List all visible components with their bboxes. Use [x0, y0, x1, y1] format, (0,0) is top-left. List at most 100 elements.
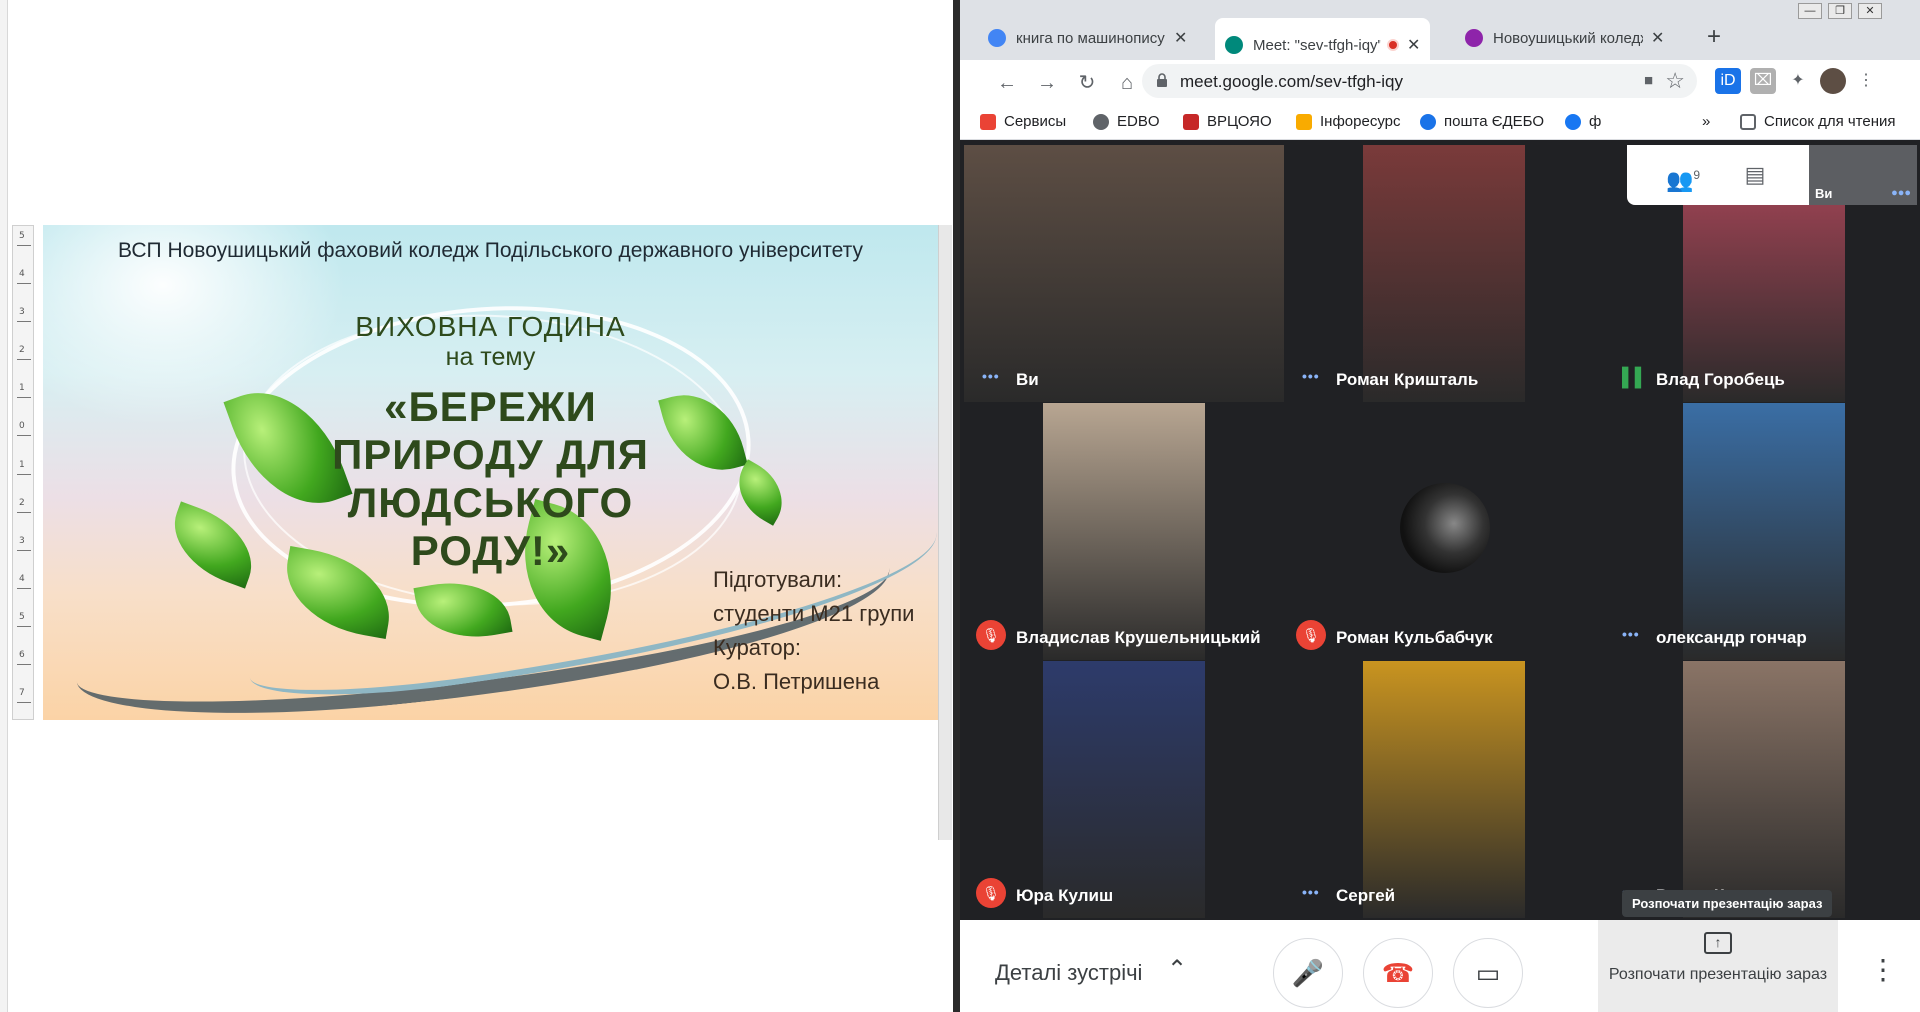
extension-id-icon[interactable]: iD: [1715, 68, 1741, 94]
left-window-edge: [0, 0, 8, 1012]
bookmark-label: Сервисы: [1004, 113, 1067, 130]
meet-top-panel: 👥9 ▤: [1627, 145, 1809, 205]
tab-label: Meet: "sev-tfgh-iqy": [1253, 36, 1381, 54]
ruler-tick: [17, 245, 31, 246]
participant-tile[interactable]: •••Роман Кошельник: [1604, 661, 1920, 918]
participant-name: Сергей: [1336, 886, 1396, 905]
tab-google-search[interactable]: книга по машинопису ✕: [978, 18, 1197, 58]
ruler-label: 2: [19, 345, 25, 355]
participant-options-icon[interactable]: •••: [1622, 626, 1640, 642]
back-icon[interactable]: ←: [992, 68, 1022, 98]
ruler-label: 3: [19, 307, 25, 317]
participant-options-icon[interactable]: •••: [1302, 368, 1320, 384]
more-bookmarks-button[interactable]: »: [1702, 113, 1710, 130]
ruler-tick: [17, 359, 31, 360]
bookmark-star-icon[interactable]: ☆: [1665, 68, 1685, 94]
ruler-label: 5: [19, 612, 25, 622]
participant-video: [1363, 661, 1525, 918]
ruler-tick: [17, 435, 31, 436]
ruler-tick: [17, 283, 31, 284]
participant-tile[interactable]: ••• Роман Кришталь: [1284, 145, 1604, 402]
bookmark-facebook[interactable]: ф: [1565, 113, 1601, 130]
participant-options-icon[interactable]: •••: [982, 368, 1000, 384]
end-call-button[interactable]: ☎: [1363, 938, 1433, 1008]
profile-avatar[interactable]: [1820, 68, 1846, 94]
tab-college[interactable]: Новоушицький коледж ✕: [1455, 18, 1674, 58]
participant-tile[interactable]: ••• Сергей: [1284, 661, 1604, 918]
recording-icon: [1387, 39, 1399, 51]
slide-title: ВИХОВНА ГОДИНА: [355, 311, 626, 342]
present-screen-icon: ↑: [1704, 932, 1732, 954]
slide-topic: «БЕРЕЖИ ПРИРОДУ ДЛЯ ЛЮДСЬКОГО РОДУ!»: [332, 383, 649, 574]
slide-institution: ВСП Новоушицький фаховий коледж Подільсь…: [118, 239, 863, 262]
extensions-puzzle-icon[interactable]: ✦: [1785, 68, 1811, 94]
window-divider: [953, 0, 960, 1012]
vertical-ruler: 5 4 3 2 1 0 1 2 3 4 5 6 7: [12, 225, 34, 720]
ruler-tick: [17, 702, 31, 703]
close-tab-icon[interactable]: ✕: [1174, 28, 1187, 48]
bookmark-inforesurs[interactable]: Інфоресурс: [1296, 113, 1401, 130]
tab-label: Новоушицький коледж: [1493, 29, 1643, 47]
ruler-tick: [17, 397, 31, 398]
mic-off-icon: 🎙: [976, 878, 1006, 908]
speaking-indicator-icon: ▌▌: [1622, 367, 1648, 387]
participant-tile[interactable]: ••• Ви: [964, 145, 1284, 402]
camera-permission-icon[interactable]: ■: [1644, 72, 1653, 89]
bookmark-label: EDBO: [1117, 113, 1160, 130]
forward-icon[interactable]: →: [1032, 68, 1062, 98]
ruler-label: 2: [19, 498, 25, 508]
address-bar[interactable]: meet.google.com/sev-tfgh-iqy ■ ☆: [1142, 64, 1697, 98]
bookmark-edbo[interactable]: EDBO: [1093, 113, 1160, 130]
chevron-up-icon[interactable]: ⌃: [1167, 955, 1187, 984]
extension-pdf-icon[interactable]: ⌧: [1750, 68, 1776, 94]
participants-icon[interactable]: 👥9: [1665, 157, 1701, 193]
participant-options-icon[interactable]: •••: [1302, 884, 1320, 900]
participant-tile[interactable]: 🎙 Юра Кулиш: [964, 661, 1284, 918]
more-options-icon[interactable]: ⋮: [1865, 950, 1901, 994]
chat-icon[interactable]: ▤: [1737, 157, 1773, 193]
maximize-button[interactable]: ❐: [1828, 3, 1852, 19]
ruler-label: 1: [19, 460, 25, 470]
participant-name: Влад Горобець: [1656, 370, 1785, 389]
participant-tile[interactable]: ••• олександр гончар: [1604, 403, 1920, 660]
bookmark-label: пошта ЄДЕБО: [1444, 113, 1544, 130]
presentation-pane: 5 4 3 2 1 0 1 2 3 4 5 6 7 ВСП Новоушицький фаховий к…: [0, 0, 960, 1012]
meet-icon: [1225, 36, 1243, 54]
bookmark-mail-edebo[interactable]: пошта ЄДЕБО: [1420, 113, 1544, 130]
ruler-tick: [17, 626, 31, 627]
minimize-button[interactable]: —: [1798, 3, 1822, 19]
close-window-button[interactable]: ✕: [1858, 3, 1882, 19]
participant-tile[interactable]: 🎙 Владислав Крушельницький: [964, 403, 1284, 660]
participant-name: олександр гончар: [1656, 628, 1807, 647]
ruler-tick: [17, 474, 31, 475]
reload-icon[interactable]: ↻: [1072, 68, 1102, 98]
bookmark-label: ВРЦОЯО: [1207, 113, 1272, 130]
ruler-label: 1: [19, 383, 25, 393]
participant-name: Юра Кулиш: [1016, 886, 1114, 905]
home-icon[interactable]: ⌂: [1112, 68, 1142, 98]
close-tab-icon[interactable]: ✕: [1651, 28, 1664, 48]
bookmark-label: Інфоресурс: [1320, 113, 1401, 130]
meeting-details-button[interactable]: Деталі зустрічі: [995, 960, 1142, 986]
participant-tile[interactable]: 🎙 Роман Кульбабчук: [1284, 403, 1604, 660]
new-tab-button[interactable]: +: [1698, 22, 1730, 54]
microphone-button[interactable]: 🎤: [1273, 938, 1343, 1008]
present-now-button[interactable]: ↑ Розпочати презентацію зараз: [1598, 920, 1838, 1012]
self-view-thumbnail[interactable]: Ви ●●●: [1809, 145, 1917, 205]
facebook-icon: [1565, 113, 1581, 130]
bookmark-vrtsoyao[interactable]: ВРЦОЯО: [1183, 113, 1272, 130]
reading-list-button[interactable]: Список для чтения: [1740, 113, 1896, 130]
slide-credits: Підготували: студенти М21 групи Куратор:…: [713, 563, 914, 699]
participant-name: Роман Кришталь: [1336, 370, 1479, 389]
browser-menu-icon[interactable]: ⋮: [1853, 68, 1879, 94]
reading-list-icon: [1740, 113, 1756, 130]
self-options-icon[interactable]: ●●●: [1891, 187, 1911, 199]
bookmark-apps[interactable]: Сервисы: [980, 113, 1066, 130]
close-tab-icon[interactable]: ✕: [1407, 35, 1420, 55]
browser-window: — ❐ ✕ книга по машинопису ✕ Meet: "sev-t…: [960, 0, 1920, 1012]
curator-label: Куратор:: [713, 635, 801, 660]
mail-icon: [1420, 113, 1436, 130]
camera-button[interactable]: ▭: [1453, 938, 1523, 1008]
ruler-tick: [17, 512, 31, 513]
slide-scrollbar[interactable]: [938, 225, 952, 840]
